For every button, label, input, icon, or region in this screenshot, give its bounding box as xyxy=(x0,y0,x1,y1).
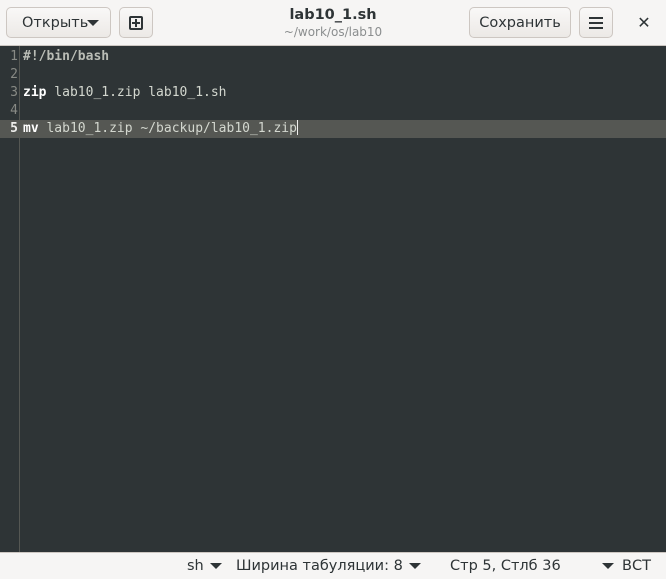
chevron-down-icon xyxy=(87,20,99,26)
status-bar: sh Ширина табуляции: 8 Стр 5, Стлб 36 ВС… xyxy=(0,552,666,579)
hamburger-icon-bar xyxy=(589,21,603,24)
cursor-position-label: Стр 5, Стлб 36 xyxy=(450,558,561,574)
language-label: sh xyxy=(187,558,204,574)
tab-width-label: Ширина табуляции: 8 xyxy=(236,558,403,574)
open-button[interactable]: Открыть xyxy=(6,7,111,38)
code-line[interactable]: 5 mv lab10_1.zip ~/backup/lab10_1.zip xyxy=(0,120,666,138)
tab-width-selector[interactable]: Ширина табуляции: 8 xyxy=(236,557,421,575)
hamburger-icon-bar xyxy=(589,26,603,29)
chevron-down-icon xyxy=(209,563,222,569)
close-button[interactable]: ✕ xyxy=(628,7,660,38)
line-number: 3 xyxy=(10,85,18,100)
document-title: lab10_1.sh xyxy=(289,7,377,23)
chevron-down-icon xyxy=(601,563,614,569)
code-line[interactable]: 2 xyxy=(0,66,666,84)
code-line[interactable]: 1 #!/bin/bash xyxy=(0,48,666,66)
save-button-label: Сохранить xyxy=(479,14,561,31)
line-number: 1 xyxy=(10,49,18,64)
close-icon: ✕ xyxy=(637,13,651,32)
cursor-position-selector[interactable]: Стр 5, Стлб 36 xyxy=(450,557,614,575)
hamburger-icon xyxy=(589,16,603,19)
text-editor-window: Открыть lab10_1.sh ~/work/os/lab10 Сохра… xyxy=(0,0,666,579)
line-number: 2 xyxy=(10,67,18,82)
text-editor-area[interactable]: 1 #!/bin/bash 2 3 zip lab10_1.zip lab10_1.sh… xyxy=(0,46,666,552)
new-tab-icon xyxy=(129,15,143,30)
language-selector[interactable]: sh xyxy=(187,557,222,575)
new-document-button[interactable] xyxy=(119,7,153,38)
header-bar: Открыть lab10_1.sh ~/work/os/lab10 Сохра… xyxy=(0,0,666,46)
text-cursor xyxy=(296,120,298,135)
insert-mode-label: ВСТ xyxy=(622,558,651,574)
line-number: 5 xyxy=(10,121,18,136)
insert-mode-indicator[interactable]: ВСТ xyxy=(622,557,651,575)
chevron-down-icon xyxy=(408,563,421,569)
code-line[interactable]: 3 zip lab10_1.zip lab10_1.sh xyxy=(0,84,666,102)
code-text: #!/bin/bash xyxy=(23,49,110,64)
save-button[interactable]: Сохранить xyxy=(469,7,571,38)
title-area: lab10_1.sh ~/work/os/lab10 xyxy=(200,6,466,40)
code-text: mv lab10_1.zip ~/backup/lab10_1.zip xyxy=(23,120,298,136)
code-line[interactable]: 4 xyxy=(0,102,666,120)
menu-button[interactable] xyxy=(579,7,613,38)
open-button-label: Открыть xyxy=(22,14,89,31)
document-path: ~/work/os/lab10 xyxy=(283,25,383,39)
line-number: 4 xyxy=(10,103,18,118)
code-text: zip lab10_1.zip lab10_1.sh xyxy=(23,85,227,100)
